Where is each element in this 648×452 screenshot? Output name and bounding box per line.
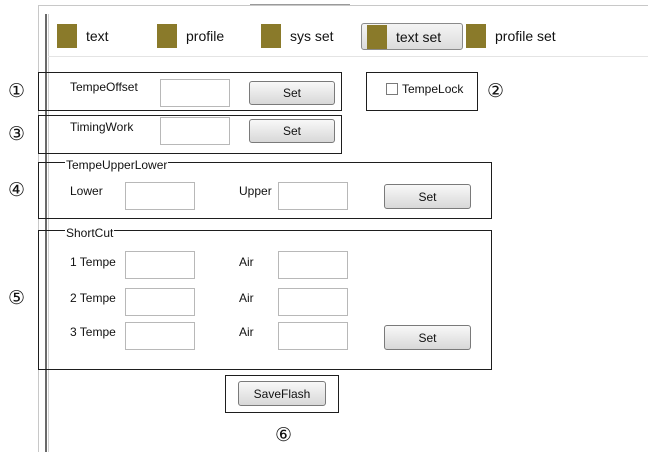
shortcut-tempe-input-2[interactable]: [125, 288, 195, 316]
marker-4: ④: [8, 179, 26, 201]
tab-label: sys set: [290, 28, 334, 44]
marker-3: ③: [8, 123, 26, 145]
tab-text-set[interactable]: text set: [361, 23, 463, 50]
tab-label: profile set: [495, 28, 556, 44]
window-top-border: [38, 5, 648, 6]
tab-bar-separator: [48, 56, 648, 57]
upper-label: Upper: [239, 184, 272, 198]
shortcut-air-label-1: Air: [239, 255, 254, 269]
shortcut-tempe-label-3: 3 Tempe: [70, 325, 116, 339]
marker-1: ①: [8, 80, 26, 102]
tab-square-icon: [466, 24, 486, 48]
tab-text[interactable]: text: [57, 22, 109, 50]
window-top-accent: [250, 4, 350, 5]
marker-5: ⑤: [8, 287, 26, 309]
tab-profile-set[interactable]: profile set: [466, 22, 556, 50]
tempe-offset-set-button[interactable]: Set: [249, 81, 335, 105]
tab-label: profile: [186, 28, 225, 44]
tab-square-icon: [57, 24, 77, 48]
shortcut-legend: ShortCut: [65, 226, 115, 240]
shortcut-tempe-label-1: 1 Tempe: [70, 255, 116, 269]
shortcut-air-label-3: Air: [239, 325, 254, 339]
shortcut-air-input-2[interactable]: [278, 288, 348, 316]
tab-square-icon: [261, 24, 281, 48]
tab-profile[interactable]: profile: [157, 22, 224, 50]
shortcut-air-label-2: Air: [239, 291, 254, 305]
upper-lower-set-button[interactable]: Set: [384, 184, 471, 209]
tab-label: text: [86, 28, 109, 44]
shortcut-tempe-input-3[interactable]: [125, 322, 195, 350]
tab-square-icon: [157, 24, 177, 48]
shortcut-tempe-label-2: 2 Tempe: [70, 291, 116, 305]
tempe-lock-label: TempeLock: [402, 82, 464, 96]
tempe-offset-input[interactable]: [160, 79, 230, 107]
timing-work-label: TimingWork: [70, 120, 134, 134]
timing-work-input[interactable]: [160, 117, 230, 145]
upper-input[interactable]: [278, 182, 348, 210]
tab-sys-set[interactable]: sys set: [261, 22, 334, 50]
tempe-offset-label: TempeOffset: [70, 80, 138, 94]
lower-label: Lower: [70, 184, 103, 198]
tab-square-icon: [367, 24, 387, 49]
timing-work-set-button[interactable]: Set: [249, 119, 335, 143]
tab-label: text set: [396, 28, 442, 45]
tempe-upper-lower-legend: TempeUpperLower: [65, 158, 169, 172]
shortcut-tempe-input-1[interactable]: [125, 251, 195, 279]
shortcut-air-input-1[interactable]: [278, 251, 348, 279]
lower-input[interactable]: [125, 182, 195, 210]
shortcut-air-input-3[interactable]: [278, 322, 348, 350]
save-flash-button[interactable]: SaveFlash: [238, 381, 326, 406]
marker-2: ②: [487, 80, 505, 102]
tempe-lock-checkbox[interactable]: [386, 83, 398, 95]
shortcut-set-button[interactable]: Set: [384, 325, 471, 350]
marker-6: ⑥: [275, 424, 293, 446]
